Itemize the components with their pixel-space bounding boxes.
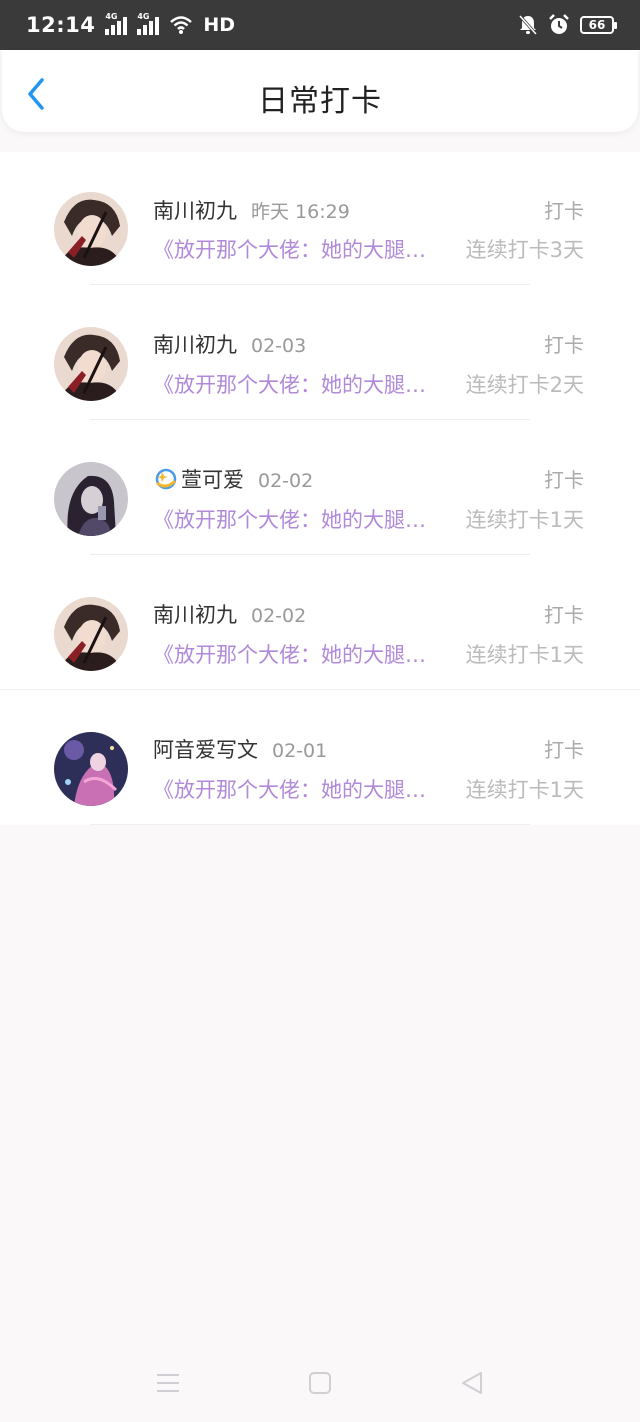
home-icon[interactable] <box>307 1370 333 1396</box>
hd-indicator: HD <box>203 14 236 36</box>
checkin-date: 02-01 <box>272 740 328 762</box>
book-title-link[interactable]: 《放开那个大佬：她的大腿… <box>153 234 438 264</box>
streak-text: 连续打卡3天 <box>465 238 584 262</box>
streak-text: 连续打卡1天 <box>465 643 584 667</box>
avatar[interactable] <box>54 597 128 671</box>
user-name: 萱可爱 02-02 <box>153 464 313 494</box>
checkin-list: 南川初九 昨天 16:29 打卡 《放开那个大佬：她的大腿… 连续打卡3天 南川初… <box>0 152 640 825</box>
user-name: 南川初九 02-02 <box>153 599 306 629</box>
checkin-date: 02-02 <box>251 605 307 627</box>
sparkle-badge-icon <box>155 468 177 490</box>
user-name-text: 南川初九 <box>153 199 237 223</box>
book-title-link[interactable]: 《放开那个大佬：她的大腿… <box>153 369 438 399</box>
battery-icon: 66 <box>580 16 617 34</box>
checkin-action-label: 打卡 <box>544 199 584 223</box>
wifi-icon <box>170 16 193 34</box>
menu-icon[interactable] <box>155 1370 181 1396</box>
checkin-date: 昨天 16:29 <box>251 201 350 223</box>
page-title: 日常打卡 <box>258 84 382 119</box>
user-name-text: 南川初九 <box>153 603 237 627</box>
checkin-row[interactable]: 南川初九 昨天 16:29 打卡 《放开那个大佬：她的大腿… 连续打卡3天 <box>0 152 640 285</box>
streak-text: 连续打卡2天 <box>465 373 584 397</box>
notifications-off-icon <box>518 15 538 35</box>
row-divider <box>90 824 530 825</box>
book-title-link[interactable]: 《放开那个大佬：她的大腿… <box>153 639 438 669</box>
app-header: 日常打卡 <box>2 50 638 132</box>
avatar[interactable] <box>54 732 128 806</box>
checkin-date: 02-03 <box>251 335 307 357</box>
alarm-icon <box>549 14 569 34</box>
checkin-date: 02-02 <box>258 470 314 492</box>
checkin-row[interactable]: 阿音爱写文 02-01 打卡 《放开那个大佬：她的大腿… 连续打卡1天 <box>0 690 640 825</box>
back-triangle-icon[interactable] <box>459 1370 485 1396</box>
cellular-signal-2-icon: 4G <box>137 12 160 35</box>
system-nav-bar <box>0 1352 640 1412</box>
user-name-text: 阿音爱写文 <box>153 738 258 762</box>
checkin-action-label: 打卡 <box>544 603 584 627</box>
book-title-link[interactable]: 《放开那个大佬：她的大腿… <box>153 774 438 804</box>
user-name-text: 萱可爱 <box>181 468 244 492</box>
checkin-action-label: 打卡 <box>544 333 584 357</box>
user-name: 南川初九 昨天 16:29 <box>153 195 350 225</box>
checkin-row[interactable]: 南川初九 02-03 打卡 《放开那个大佬：她的大腿… 连续打卡2天 <box>0 285 640 420</box>
status-bar: 12:14 4G 4G HD 66 <box>0 0 640 50</box>
user-name-text: 南川初九 <box>153 333 237 357</box>
avatar[interactable] <box>54 462 128 536</box>
cellular-signal-icon: 4G <box>105 12 128 35</box>
avatar[interactable] <box>54 327 128 401</box>
checkin-row[interactable]: 南川初九 02-02 打卡 《放开那个大佬：她的大腿… 连续打卡1天 <box>0 555 640 690</box>
checkin-row[interactable]: 萱可爱 02-02 打卡 《放开那个大佬：她的大腿… 连续打卡1天 <box>0 420 640 555</box>
checkin-action-label: 打卡 <box>544 738 584 762</box>
book-title-link[interactable]: 《放开那个大佬：她的大腿… <box>153 504 438 534</box>
user-name: 南川初九 02-03 <box>153 329 306 359</box>
streak-text: 连续打卡1天 <box>465 508 584 532</box>
avatar[interactable] <box>54 192 128 266</box>
checkin-action-label: 打卡 <box>544 468 584 492</box>
user-name: 阿音爱写文 02-01 <box>153 734 327 764</box>
streak-text: 连续打卡1天 <box>465 778 584 802</box>
status-time: 12:14 <box>26 13 96 37</box>
